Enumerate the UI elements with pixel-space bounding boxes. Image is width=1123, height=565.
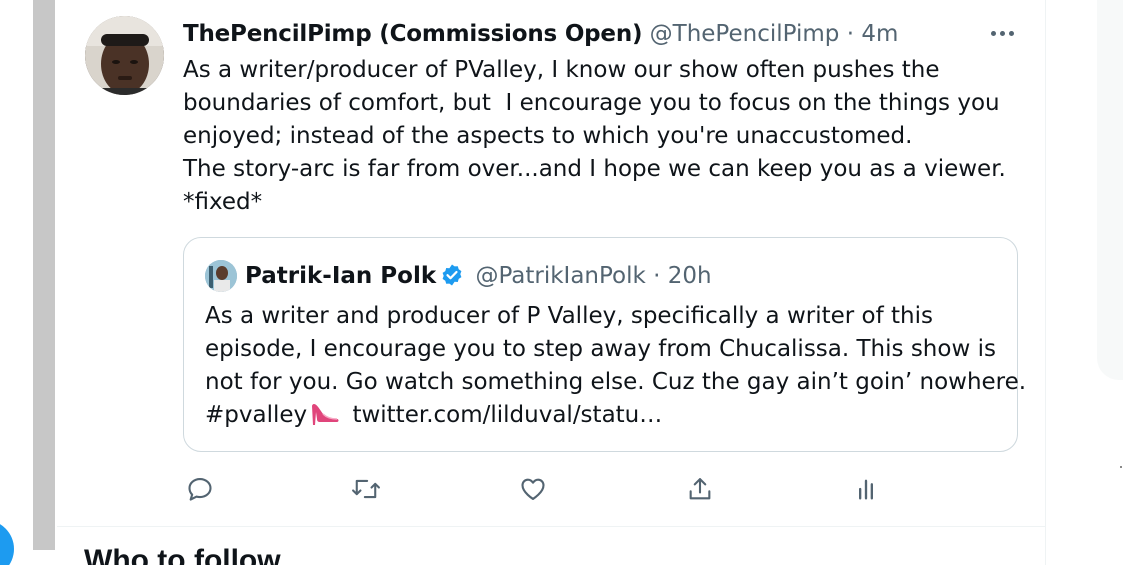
tweet-text-line: The story-arc is far from over...and I h… bbox=[183, 156, 1006, 182]
quoted-text-line: As a writer and producer of P Valley, sp… bbox=[205, 303, 933, 329]
quoted-tweet[interactable]: Patrik-Ian Polk @PatrikIanPolk · 20h As … bbox=[183, 237, 1027, 452]
quoted-avatar-photo-icon bbox=[205, 260, 237, 292]
tweet-text-line: As a writer/producer of PValley, I know … bbox=[183, 57, 940, 83]
share-icon bbox=[689, 478, 711, 500]
who-to-follow-heading: Who to follow bbox=[84, 544, 281, 565]
tweet-text: As a writer/producer of PValley, I know … bbox=[183, 54, 1013, 219]
quoted-timestamp[interactable]: 20h bbox=[668, 263, 712, 289]
more-horizontal-icon bbox=[999, 30, 1005, 36]
tweet-header: ThePencilPimp (Commissions Open) @ThePen… bbox=[183, 18, 898, 50]
quoted-text-line: not for you. Go watch something else. Cu… bbox=[205, 369, 1027, 395]
tweet-text-line: *fixed* bbox=[183, 189, 263, 215]
verified-badge-icon bbox=[440, 263, 464, 296]
hashtag-link[interactable]: #pvalley bbox=[205, 402, 307, 428]
quoted-separator: · bbox=[653, 263, 661, 289]
sidebar-fragment bbox=[1120, 466, 1122, 468]
left-scroll-rail bbox=[33, 0, 55, 550]
analytics-button[interactable] bbox=[849, 472, 883, 506]
tweet[interactable]: ThePencilPimp (Commissions Open) @ThePen… bbox=[57, 0, 1045, 527]
high-heel-icon bbox=[311, 400, 341, 436]
retweet-icon bbox=[352, 479, 380, 499]
quoted-display-name[interactable]: Patrik-Ian Polk bbox=[245, 263, 436, 289]
compose-tweet-button[interactable] bbox=[0, 520, 14, 565]
more-options-button[interactable] bbox=[987, 18, 1017, 48]
right-sidebar-panel bbox=[1097, 0, 1123, 380]
tweet-text-line: enjoyed; instead of the aspects to which… bbox=[183, 123, 913, 149]
avatar[interactable] bbox=[85, 16, 164, 95]
share-button[interactable] bbox=[683, 472, 717, 506]
quoted-text-last-line: #pvalley twitter.com/lilduval/statu… bbox=[205, 399, 1005, 436]
avatar-photo-icon bbox=[85, 16, 164, 95]
retweet-button[interactable] bbox=[349, 472, 383, 506]
author-display-name[interactable]: ThePencilPimp (Commissions Open) bbox=[183, 21, 643, 47]
tweet-text-line: boundaries of comfort, but I encourage y… bbox=[183, 90, 1000, 116]
more-horizontal-icon bbox=[1008, 30, 1014, 36]
reply-button[interactable] bbox=[183, 472, 217, 506]
heart-icon bbox=[521, 478, 545, 500]
quoted-header: Patrik-Ian Polk @PatrikIanPolk · 20h bbox=[245, 260, 712, 292]
analytics-icon bbox=[859, 479, 873, 500]
quoted-url-link[interactable]: twitter.com/lilduval/statu… bbox=[352, 402, 662, 428]
reply-icon bbox=[188, 478, 212, 501]
author-handle[interactable]: @ThePencilPimp bbox=[650, 21, 840, 47]
tweet-actions bbox=[183, 472, 903, 506]
timeline-column: ThePencilPimp (Commissions Open) @ThePen… bbox=[57, 0, 1046, 565]
quoted-handle[interactable]: @PatrikIanPolk bbox=[475, 263, 645, 289]
quoted-avatar[interactable] bbox=[205, 260, 237, 292]
tweet-timestamp[interactable]: 4m bbox=[861, 21, 898, 47]
more-horizontal-icon bbox=[990, 30, 996, 36]
header-separator: · bbox=[846, 21, 855, 47]
quoted-text-line: episode, I encourage you to step away fr… bbox=[205, 336, 996, 362]
like-button[interactable] bbox=[516, 472, 550, 506]
quoted-text: As a writer and producer of P Valley, sp… bbox=[205, 300, 1027, 436]
